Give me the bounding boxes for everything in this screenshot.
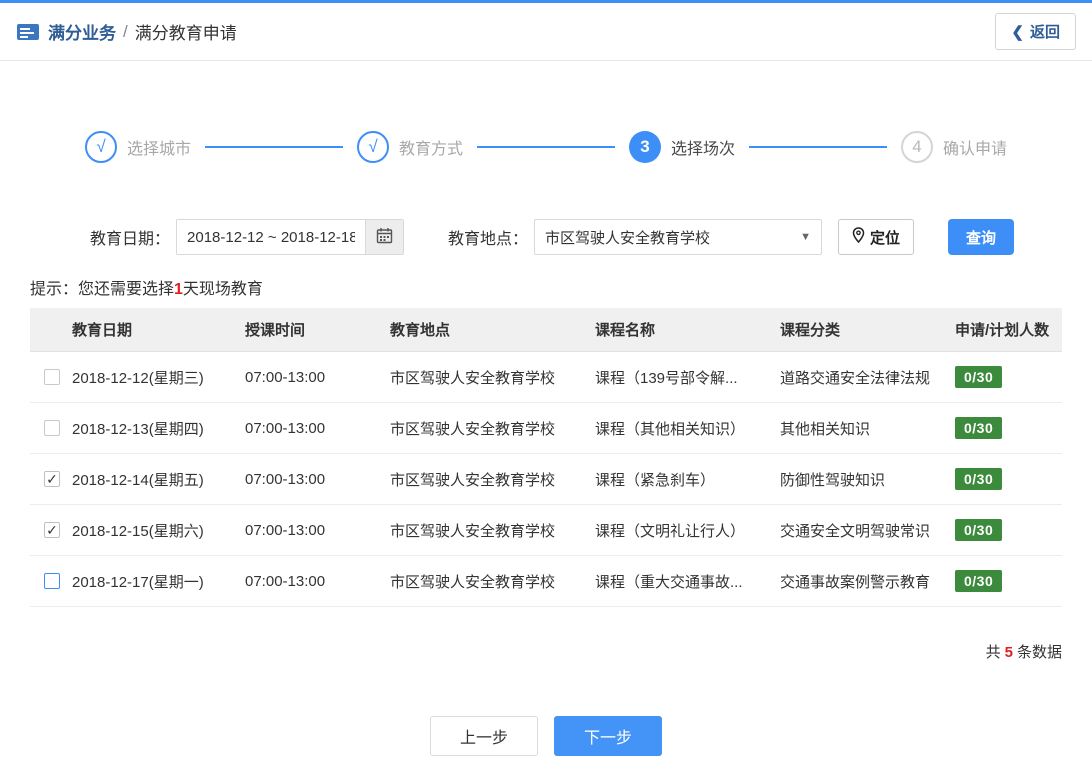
breadcrumb-separator: /: [123, 21, 128, 41]
header-course-category: 课程分类: [780, 322, 841, 339]
table-row: ✓ 2018-12-15(星期六) 07:00-13:00 市区驾驶人安全教育学…: [30, 505, 1062, 556]
step-education-mode: √ 教育方式: [357, 131, 463, 163]
cell-class-time: 07:00-13:00: [245, 521, 326, 539]
form-list-icon: [16, 22, 40, 42]
step-1-label: 选择城市: [127, 141, 192, 158]
total-count-line: 共 5 条数据: [0, 641, 1062, 662]
cell-education-place: 市区驾驶人安全教育学校: [390, 369, 556, 387]
step-4-circle: 4: [901, 131, 933, 163]
row-checkbox[interactable]: [44, 369, 60, 385]
applied-planned-badge: 0/30: [955, 468, 1003, 490]
step-2-label: 教育方式: [399, 141, 464, 158]
remaining-days-hint: 提示：您还需要选择1天现场教育: [30, 275, 1092, 299]
table-row: 2018-12-17(星期一) 07:00-13:00 市区驾驶人安全教育学校 …: [30, 556, 1062, 607]
education-place-label: 教育地点：: [448, 231, 529, 248]
header-education-place: 教育地点: [390, 322, 451, 339]
step-connector: [477, 146, 615, 148]
locate-button[interactable]: 定位: [838, 219, 915, 255]
applied-planned-badge: 0/30: [955, 417, 1003, 439]
table-row: ✓ 2018-12-14(星期五) 07:00-13:00 市区驾驶人安全教育学…: [30, 454, 1062, 505]
header-education-date: 教育日期: [72, 322, 133, 339]
header-applied-planned: 申请/计划人数: [955, 322, 1050, 339]
breadcrumb-page: 满分教育申请: [134, 24, 237, 43]
table-body: 2018-12-12(星期三) 07:00-13:00 市区驾驶人安全教育学校 …: [30, 352, 1062, 607]
cell-course-name: 课程（文明礼让行人）: [595, 522, 746, 540]
step-2-circle: √: [357, 131, 389, 163]
applied-planned-badge: 0/30: [955, 570, 1003, 592]
total-prefix: 共: [985, 644, 1001, 661]
cell-education-place: 市区驾驶人安全教育学校: [390, 471, 556, 489]
sessions-table: 教育日期 授课时间 教育地点 课程名称 课程分类 申请/计划人数 2018-12…: [30, 308, 1062, 607]
cell-class-time: 07:00-13:00: [245, 572, 326, 590]
date-range-group: [176, 219, 405, 255]
step-connector: [205, 146, 343, 148]
cell-class-time: 07:00-13:00: [245, 419, 326, 437]
cell-course-name: 课程（其他相关知识）: [595, 420, 746, 438]
back-button[interactable]: ❮ 返回: [995, 13, 1076, 50]
education-place-select[interactable]: 市区驾驶人安全教育学校 ▼: [534, 219, 823, 255]
cell-course-category: 交通事故案例警示教育: [780, 573, 931, 591]
applied-planned-badge: 0/30: [955, 366, 1003, 388]
chevron-left-icon: ❮: [1011, 23, 1024, 41]
row-checkbox[interactable]: [44, 573, 60, 589]
total-count: 5: [1004, 644, 1013, 661]
cell-education-date: 2018-12-17(星期一): [72, 573, 204, 591]
applied-planned-badge: 0/30: [955, 519, 1003, 541]
cell-education-date: 2018-12-13(星期四): [72, 420, 204, 438]
step-3-circle: 3: [629, 131, 661, 163]
hint-remaining-count: 1: [174, 281, 183, 298]
locate-button-label: 定位: [870, 229, 901, 247]
cell-course-name: 课程（紧急刹车）: [595, 471, 716, 489]
cell-education-place: 市区驾驶人安全教育学校: [390, 522, 556, 540]
cell-course-name: 课程（重大交通事故...: [595, 573, 743, 591]
cell-education-date: 2018-12-15(星期六): [72, 522, 204, 540]
calendar-icon: [376, 227, 393, 247]
hint-suffix: 天现场教育: [182, 281, 263, 298]
date-range-input[interactable]: [177, 220, 366, 254]
step-4-label: 确认申请: [943, 141, 1008, 158]
calendar-button[interactable]: [365, 220, 404, 254]
cell-course-category: 道路交通安全法律法规: [780, 369, 931, 387]
step-1-circle: √: [85, 131, 117, 163]
filter-bar: 教育日期： 教育地点： 市区驾驶人安全教育学校 ▼: [90, 219, 1092, 255]
chevron-down-icon: ▼: [800, 231, 812, 243]
table-header-row: 教育日期 授课时间 教育地点 课程名称 课程分类 申请/计划人数: [30, 308, 1062, 352]
cell-education-place: 市区驾驶人安全教育学校: [390, 573, 556, 591]
row-checkbox[interactable]: [44, 420, 60, 436]
cell-education-place: 市区驾驶人安全教育学校: [390, 420, 556, 438]
previous-step-button[interactable]: 上一步: [430, 716, 538, 756]
cell-course-category: 交通安全文明驾驶常识: [780, 522, 931, 540]
step-confirm-application: 4 确认申请: [901, 131, 1007, 163]
wizard-stepper: √ 选择城市 √ 教育方式 3 选择场次 4 确认申请: [85, 131, 1007, 163]
next-step-button[interactable]: 下一步: [554, 716, 662, 756]
table-row: 2018-12-12(星期三) 07:00-13:00 市区驾驶人安全教育学校 …: [30, 352, 1062, 403]
cell-course-category: 防御性驾驶知识: [780, 471, 886, 489]
row-checkbox[interactable]: ✓: [44, 522, 60, 538]
step-connector: [749, 146, 887, 148]
total-suffix: 条数据: [1016, 644, 1062, 661]
cell-class-time: 07:00-13:00: [245, 368, 326, 386]
back-button-label: 返回: [1029, 24, 1060, 41]
wizard-nav-buttons: 上一步 下一步: [0, 716, 1092, 756]
top-bar: 满分业务 / 满分教育申请 ❮ 返回: [0, 0, 1092, 61]
cell-class-time: 07:00-13:00: [245, 470, 326, 488]
cell-course-name: 课程（139号部令解...: [595, 369, 738, 387]
breadcrumb-section[interactable]: 满分业务: [48, 19, 116, 44]
cell-course-category: 其他相关知识: [780, 420, 871, 438]
education-place-selected-value: 市区驾驶人安全教育学校: [545, 229, 711, 247]
row-checkbox[interactable]: ✓: [44, 471, 60, 487]
breadcrumb: 满分业务 / 满分教育申请: [16, 19, 237, 44]
header-class-time: 授课时间: [245, 322, 306, 339]
header-course-name: 课程名称: [595, 322, 656, 339]
location-pin-icon: [852, 227, 865, 247]
education-date-label: 教育日期：: [90, 231, 171, 248]
step-3-label: 选择场次: [671, 141, 736, 158]
table-row: 2018-12-13(星期四) 07:00-13:00 市区驾驶人安全教育学校 …: [30, 403, 1062, 454]
step-select-city: √ 选择城市: [85, 131, 191, 163]
cell-education-date: 2018-12-12(星期三): [72, 369, 204, 387]
cell-education-date: 2018-12-14(星期五): [72, 471, 204, 489]
search-button[interactable]: 查询: [948, 219, 1015, 255]
step-select-session: 3 选择场次: [629, 131, 735, 163]
hint-prefix: 提示：您还需要选择: [30, 281, 175, 298]
